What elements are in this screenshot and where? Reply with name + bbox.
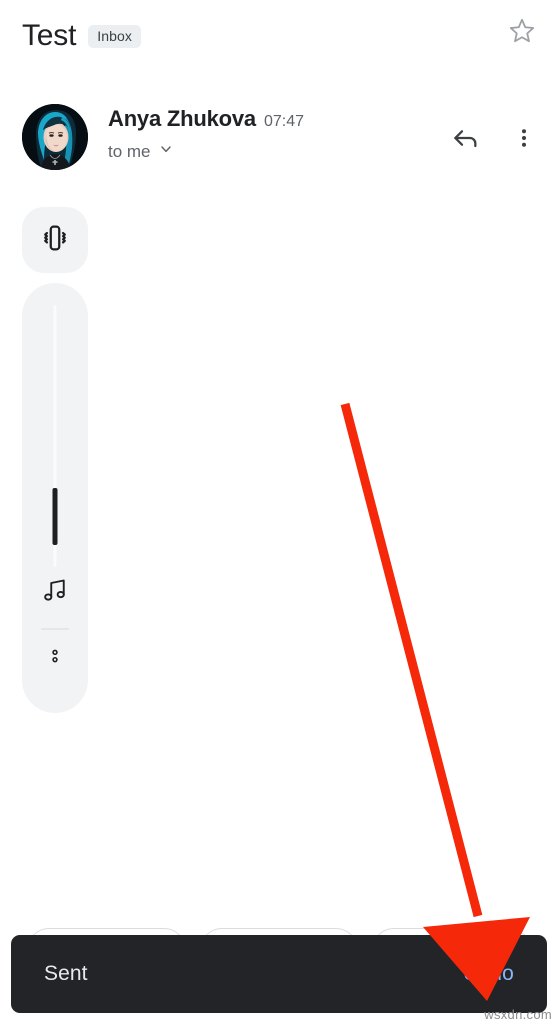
snackbar: Sent Undo	[11, 935, 547, 1013]
label-badge-inbox[interactable]: Inbox	[88, 24, 141, 48]
chevron-down-icon[interactable]	[158, 141, 174, 162]
snackbar-undo-button[interactable]: Undo	[463, 962, 514, 986]
watermark: wsxdn.com	[484, 1007, 552, 1022]
volume-settings-button[interactable]	[22, 645, 88, 672]
page-title: Test	[22, 19, 77, 52]
avatar-image	[22, 104, 88, 170]
two-dots-icon	[44, 645, 66, 672]
volume-slider-panel[interactable]	[22, 283, 88, 713]
snackbar-message: Sent	[44, 962, 88, 985]
sender-line-primary: Anya Zhukova 07:47	[108, 106, 304, 132]
reply-arrow-icon	[450, 122, 482, 159]
avatar[interactable]	[22, 104, 88, 170]
vibrate-icon	[38, 221, 72, 260]
recipients-label: to me	[108, 141, 151, 161]
message-header: Anya Zhukova 07:47 to me	[0, 96, 558, 186]
sender-meta: Anya Zhukova 07:47 to me	[108, 106, 304, 162]
sender-name: Anya Zhukova	[108, 106, 256, 131]
music-note-icon	[40, 575, 70, 610]
volume-stream-button[interactable]	[22, 575, 88, 610]
reply-button[interactable]	[444, 118, 488, 162]
kebab-menu-icon	[512, 126, 536, 155]
volume-slider-thumb[interactable]	[52, 488, 58, 545]
star-outline-icon	[507, 16, 537, 51]
ringer-mode-button[interactable]	[22, 207, 88, 273]
star-button[interactable]	[500, 11, 544, 55]
more-options-button[interactable]	[502, 118, 546, 162]
subject-header: Test Inbox	[0, 0, 558, 72]
recipients-row[interactable]: to me	[108, 141, 304, 162]
panel-divider	[41, 628, 69, 630]
message-timestamp: 07:47	[263, 113, 305, 130]
